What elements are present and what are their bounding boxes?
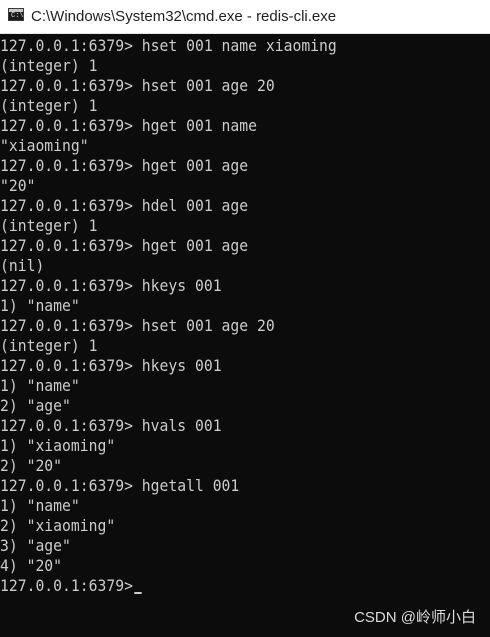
console-line: 2) "20" [0, 456, 63, 475]
console-line: 127.0.0.1:6379> hdel 001 age [0, 196, 249, 215]
console-line: 2) "xiaoming" [0, 516, 116, 535]
cmd-icon: C:\ [8, 8, 24, 21]
window-titlebar[interactable]: C:\ C:\Windows\System32\cmd.exe - redis-… [0, 0, 490, 34]
console-line: 127.0.0.1:6379> hkeys 001 [0, 356, 222, 375]
console-line: 127.0.0.1:6379> hgetall 001 [0, 476, 240, 495]
console-line: (integer) 1 [0, 336, 98, 355]
console-line: "20" [0, 176, 36, 195]
cmd-icon-prompt: C:\ [11, 12, 24, 20]
console-line: 2) "age" [0, 396, 71, 415]
console-prompt-line[interactable]: 127.0.0.1:6379> [0, 576, 451, 596]
console-line: 127.0.0.1:6379> hvals 001 [0, 416, 222, 435]
console-line: 127.0.0.1:6379> hset 001 name xiaoming [0, 36, 337, 55]
watermark: CSDN @岭师小白 [354, 609, 476, 626]
console-line: (nil) [0, 256, 45, 275]
console-line: 127.0.0.1:6379> hset 001 age 20 [0, 316, 275, 335]
console-line: 1) "name" [0, 296, 80, 315]
console-line: 127.0.0.1:6379> hkeys 001 [0, 276, 222, 295]
console-line: 127.0.0.1:6379> hget 001 age [0, 236, 249, 255]
console-line: 1) "name" [0, 496, 80, 515]
console-line: 127.0.0.1:6379> hget 001 name [0, 116, 258, 135]
console-line: 3) "age" [0, 536, 71, 555]
console-prompt: 127.0.0.1:6379> [0, 576, 133, 595]
console-line: (integer) 1 [0, 56, 98, 75]
console-line: 127.0.0.1:6379> hset 001 age 20 [0, 76, 275, 95]
window-title: C:\Windows\System32\cmd.exe - redis-cli.… [31, 8, 337, 25]
console-line: 1) "name" [0, 376, 80, 395]
console-line: 1) "xiaoming" [0, 436, 116, 455]
text-cursor [133, 592, 142, 594]
console-line: "xiaoming" [0, 136, 89, 155]
console-line: (integer) 1 [0, 96, 98, 115]
console-line: 4) "20" [0, 556, 63, 575]
console-line: (integer) 1 [0, 216, 98, 235]
console-output[interactable]: 127.0.0.1:6379> hset 001 name xiaoming (… [0, 36, 490, 637]
console-line: 127.0.0.1:6379> hget 001 age [0, 156, 249, 175]
